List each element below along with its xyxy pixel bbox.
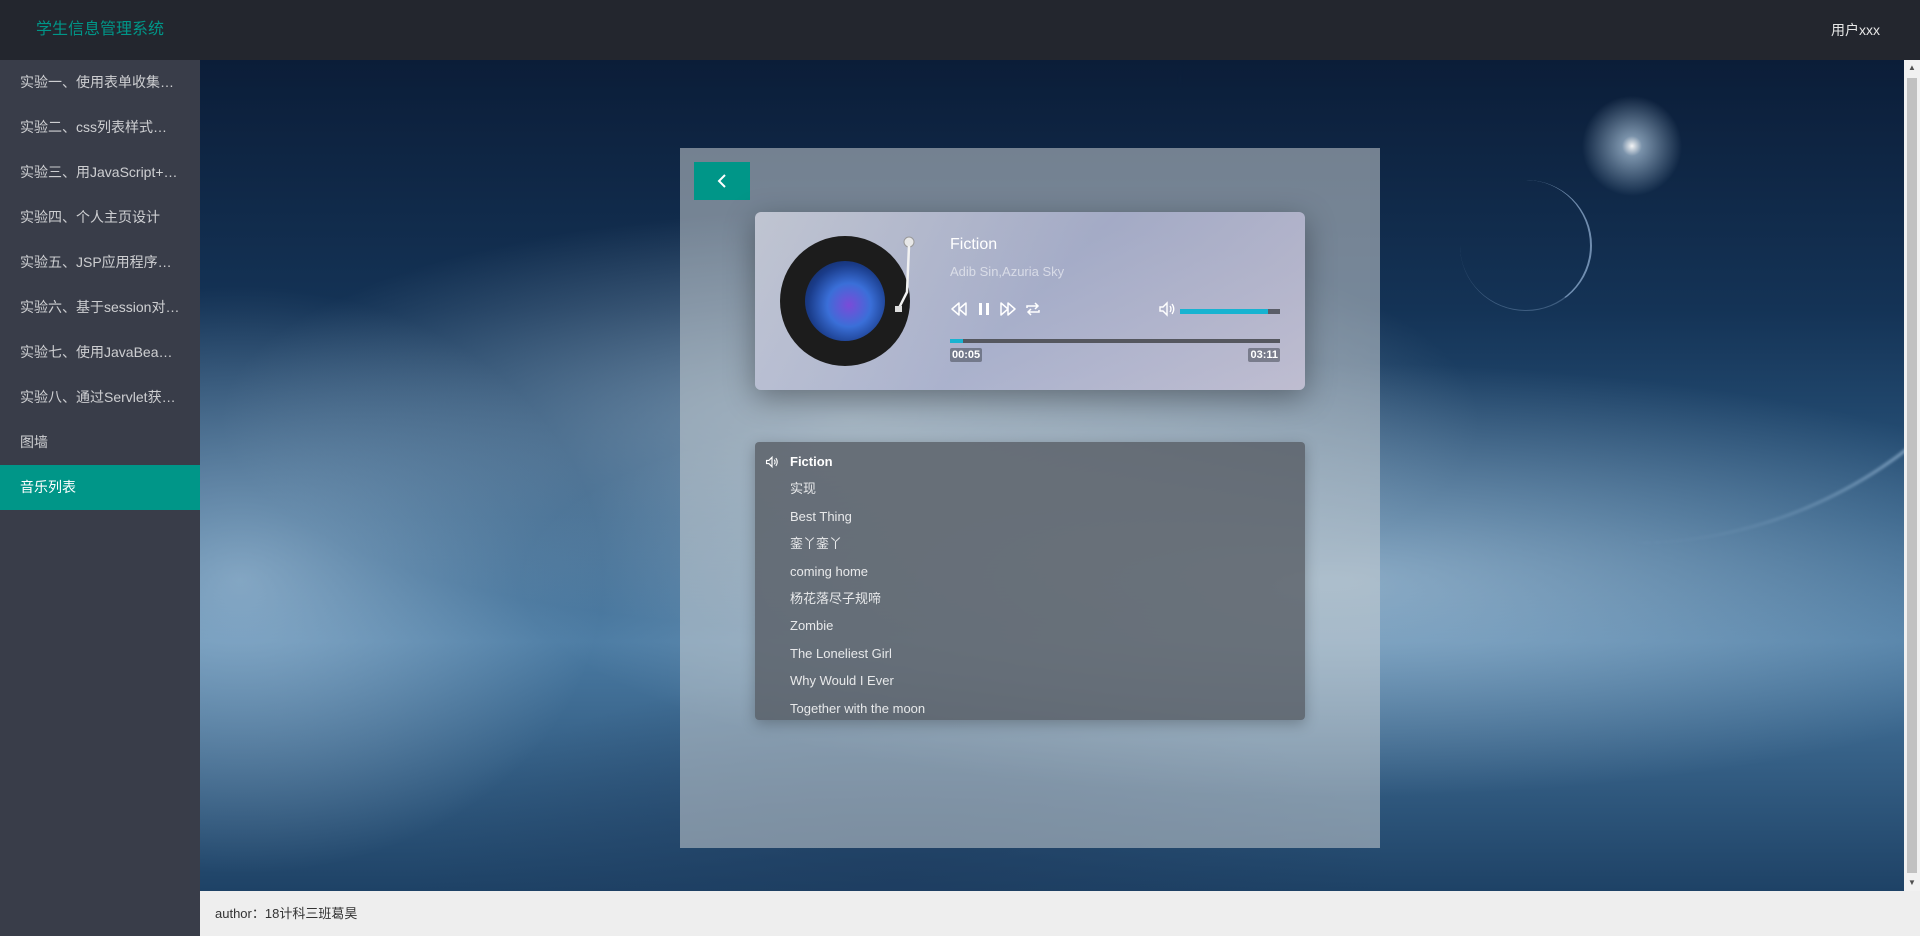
current-time: 00:05 [950,348,983,362]
music-panel: Fiction Adib Sin,Azuria Sky 00:05 03:11 … [680,148,1380,848]
tonearm-icon [895,236,915,312]
vertical-scrollbar[interactable]: ▲ ▼ [1904,60,1920,891]
pause-icon[interactable] [975,300,993,318]
sidebar-item-photo-wall[interactable]: 图墙 [0,420,200,465]
playlist-item[interactable]: Together with the moon [755,695,1305,722]
rewind-icon[interactable] [950,300,968,318]
sidebar-item-exp2[interactable]: 实验二、css列表样式… [0,105,200,150]
playlist-item[interactable]: Best Thing [755,503,1305,530]
playlist-item[interactable]: coming home [755,558,1305,585]
moon-crescent [1460,180,1592,311]
volume-level [1180,309,1268,314]
sidebar-item-exp5[interactable]: 实验五、JSP应用程序… [0,240,200,285]
track-title: Fiction [790,454,833,469]
playlist-item[interactable]: 杨花落尽子规啼 [755,585,1305,612]
speaker-icon [765,455,778,469]
sidebar-item-music-list[interactable]: 音乐列表 [0,465,200,510]
volume-icon[interactable] [1158,300,1176,318]
app-title: 学生信息管理系统 [36,21,165,38]
volume-slider[interactable] [1180,309,1280,314]
total-time: 03:11 [1248,348,1280,362]
track-title: 銮丫銮丫 [790,536,843,552]
sidebar-item-exp1[interactable]: 实验一、使用表单收集… [0,60,200,105]
album-cover [805,261,885,341]
repeat-icon[interactable] [1024,300,1042,318]
sidebar-item-exp8[interactable]: 实验八、通过Servlet获… [0,375,200,420]
sidebar-item-exp6[interactable]: 实验六、基于session对… [0,285,200,330]
playlist-item[interactable]: Zombie [755,612,1305,639]
track-title: 杨花落尽子规啼 [790,590,882,606]
track-title: Best Thing [790,508,852,524]
footer: author：18计科三班葛昊 [200,891,1920,936]
playlist-item[interactable]: Fiction [755,448,1305,475]
user-menu[interactable]: 用户xxx [1831,0,1880,60]
scroll-thumb[interactable] [1907,78,1917,873]
background-image-area: Fiction Adib Sin,Azuria Sky 00:05 03:11 … [200,60,1904,891]
sidebar: 实验一、使用表单收集… 实验二、css列表样式… 实验三、用JavaScript… [0,60,200,936]
song-title: Fiction [950,236,998,253]
vinyl-disc [780,236,910,366]
sidebar-item-exp3[interactable]: 实验三、用JavaScript+… [0,150,200,195]
sidebar-item-exp7[interactable]: 实验七、使用JavaBea… [0,330,200,375]
track-title: Zombie [790,618,834,634]
track-title: Why Would I Ever [790,673,894,689]
progress-fill [950,339,964,343]
top-header: 学生信息管理系统 用户xxx [0,0,1920,60]
track-title: coming home [790,563,869,579]
playlist-item[interactable]: The Loneliest Girl [755,640,1305,667]
playlist: Fiction 实现 Best Thing 銮丫銮丫 coming home 杨… [755,442,1305,720]
track-title: Together with the moon [790,700,926,716]
playlist-item[interactable]: 实现 [755,475,1305,502]
playlist-item[interactable]: 銮丫銮丫 [755,530,1305,557]
track-title: 实现 [790,481,817,497]
scroll-down-arrow-icon[interactable]: ▼ [1904,875,1920,891]
music-player: Fiction Adib Sin,Azuria Sky 00:05 03:11 [755,212,1305,390]
chevron-left-icon [717,174,726,188]
back-button[interactable] [694,162,750,200]
track-title: The Loneliest Girl [790,645,892,661]
scroll-up-arrow-icon[interactable]: ▲ [1904,60,1920,76]
song-artist: Adib Sin,Azuria Sky [950,264,1065,279]
sidebar-item-exp4[interactable]: 实验四、个人主页设计 [0,195,200,240]
progress-bar[interactable] [950,339,1280,343]
playlist-item[interactable]: Why Would I Ever [755,667,1305,694]
fast-forward-icon[interactable] [999,300,1017,318]
